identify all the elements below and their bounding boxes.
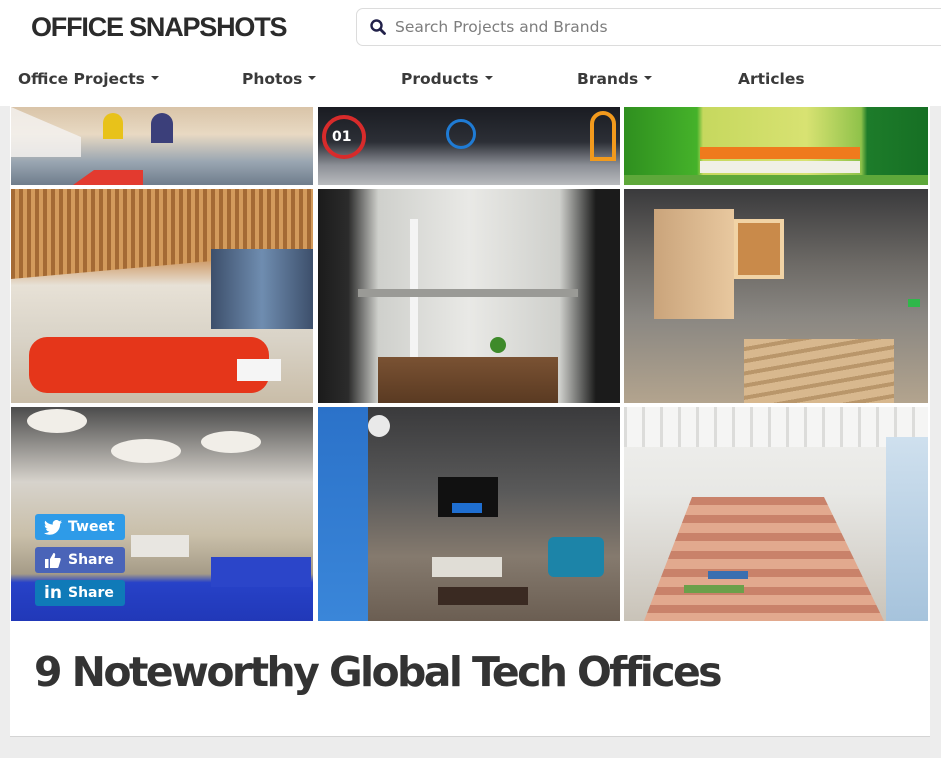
main-nav: Office Projects Photos Products Brands A… — [0, 66, 941, 96]
article-card: 9 Noteworthy Global Tech Offices — [10, 624, 930, 737]
gallery-photo[interactable] — [11, 189, 313, 403]
search-box[interactable] — [356, 8, 941, 46]
facebook-share-button[interactable]: Share — [35, 547, 125, 573]
nav-label: Articles — [738, 70, 805, 88]
page-margin-left — [0, 106, 10, 758]
gallery-photo[interactable] — [624, 107, 928, 185]
nav-office-projects[interactable]: Office Projects — [18, 70, 159, 88]
gallery-photo[interactable] — [624, 407, 928, 621]
nav-label: Office Projects — [18, 70, 145, 88]
nav-brands[interactable]: Brands — [577, 70, 653, 88]
caret-down-icon — [484, 75, 493, 80]
search-icon — [369, 18, 387, 36]
page-margin-right — [930, 106, 941, 758]
caret-down-icon — [150, 75, 159, 80]
gallery-photo[interactable] — [318, 407, 620, 621]
nav-label: Photos — [242, 70, 303, 88]
gallery-photo[interactable]: 01 — [318, 107, 620, 185]
linkedin-icon: in — [44, 583, 62, 603]
article-title[interactable]: 9 Noteworthy Global Tech Offices — [34, 648, 723, 696]
site-header: OFFICE SNAPSHOTS Office Projects Photos … — [0, 0, 941, 106]
linkedin-share-label: Share — [68, 585, 114, 601]
tweet-button[interactable]: Tweet — [35, 514, 125, 540]
tweet-label: Tweet — [68, 519, 115, 535]
nav-articles[interactable]: Articles — [738, 70, 805, 88]
thumbs-up-icon — [43, 552, 63, 568]
nav-label: Products — [401, 70, 479, 88]
nav-label: Brands — [577, 70, 639, 88]
search-input[interactable] — [395, 9, 935, 45]
twitter-bird-icon — [43, 519, 63, 535]
site-logo[interactable]: OFFICE SNAPSHOTS — [31, 12, 288, 43]
linkedin-share-button[interactable]: in Share — [35, 580, 125, 606]
facebook-share-label: Share — [68, 552, 114, 568]
nav-photos[interactable]: Photos — [242, 70, 317, 88]
caret-down-icon — [644, 75, 653, 80]
nav-products[interactable]: Products — [401, 70, 493, 88]
photo-collage[interactable]: 01 — [10, 106, 930, 624]
gallery-photo[interactable] — [318, 189, 620, 403]
caret-down-icon — [308, 75, 317, 80]
gallery-photo[interactable] — [624, 189, 928, 403]
gallery-photo[interactable] — [11, 107, 313, 185]
